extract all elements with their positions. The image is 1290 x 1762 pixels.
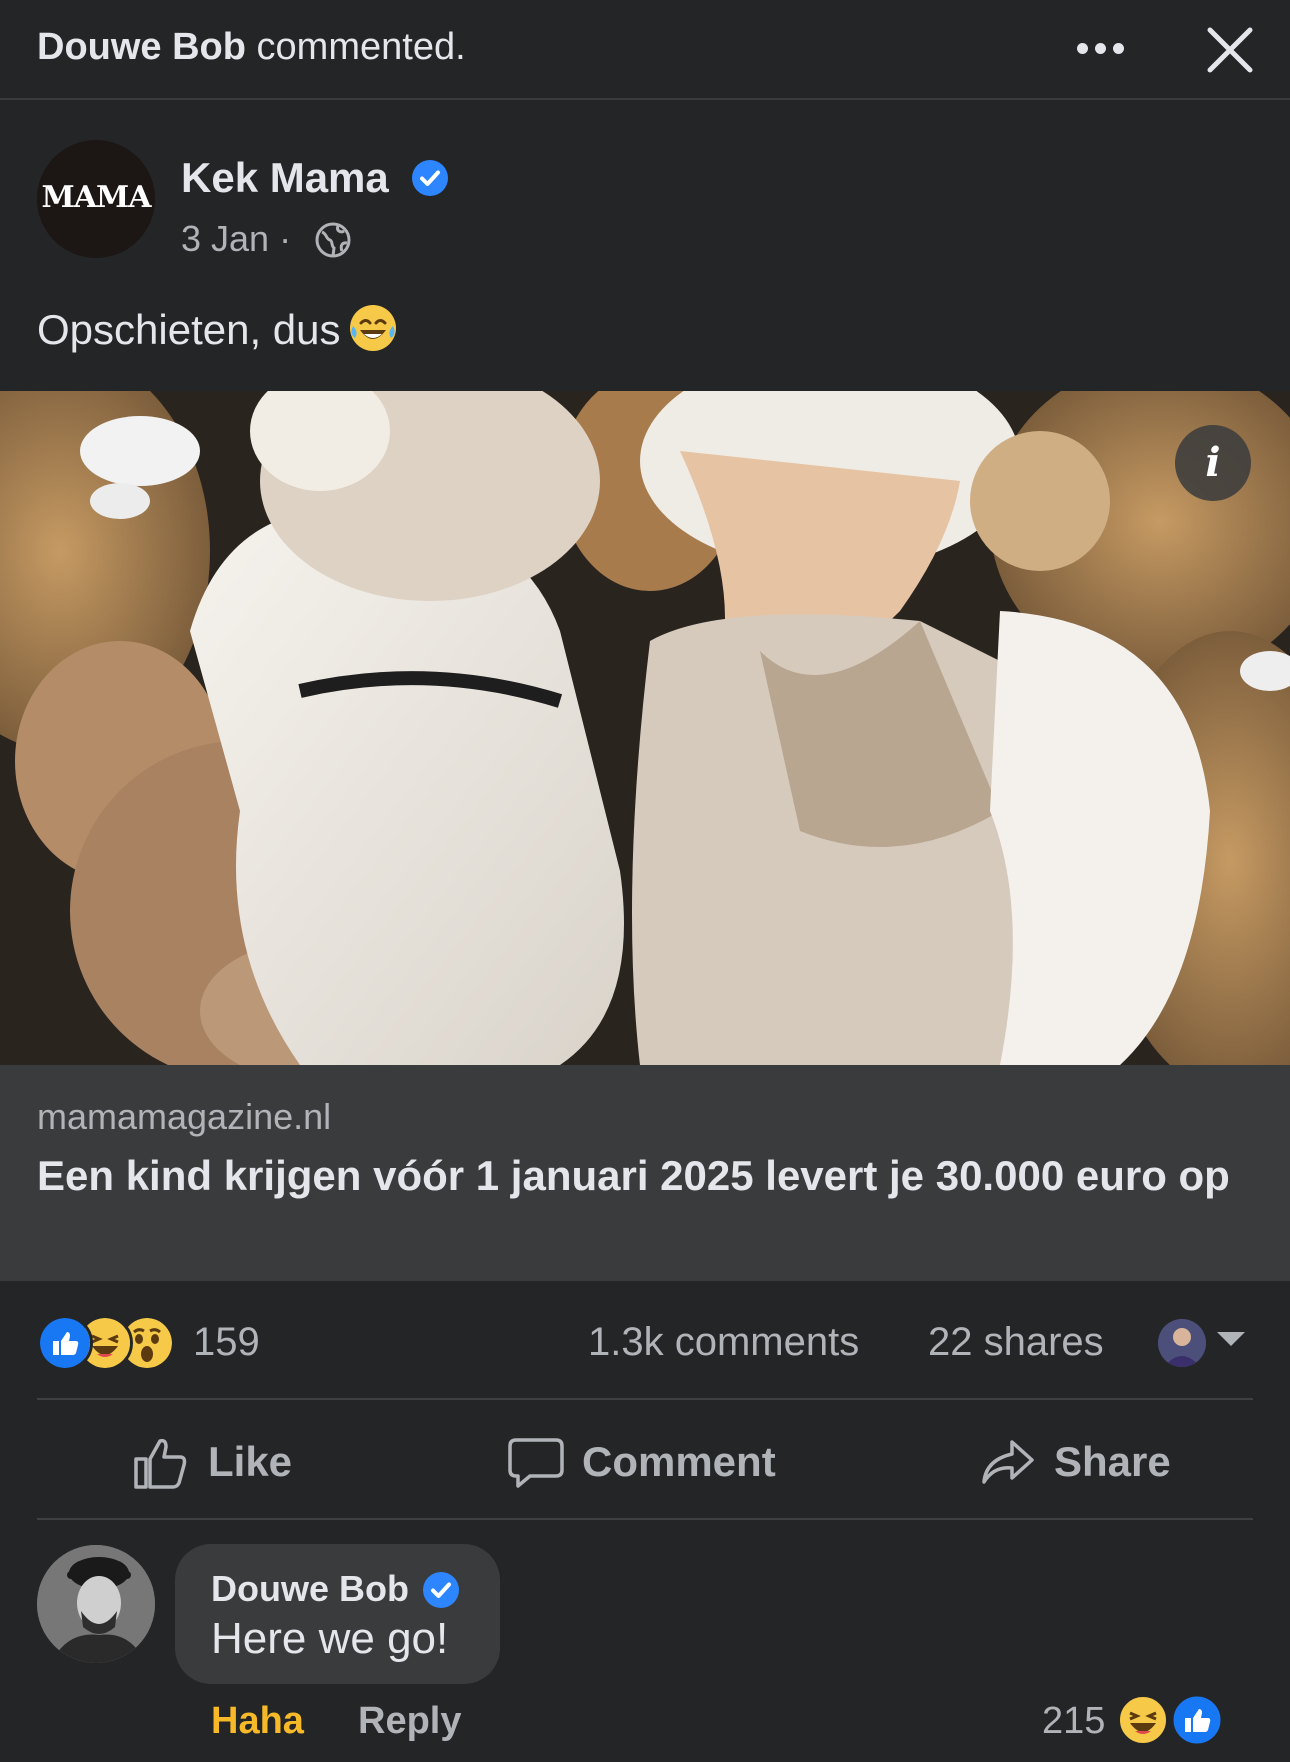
share-label: Share (1054, 1438, 1171, 1485)
reaction-summary[interactable] (37, 1315, 175, 1371)
comments-count[interactable]: 1.3k comments (588, 1320, 859, 1365)
post-date[interactable]: 3 Jan (181, 218, 269, 259)
laughing-tears-emoji-icon (349, 305, 396, 351)
page-name[interactable]: Kek Mama (181, 154, 389, 202)
close-icon[interactable] (1204, 24, 1256, 76)
link-title[interactable]: Een kind krijgen vóór 1 januari 2025 lev… (37, 1146, 1267, 1206)
comment-button[interactable]: Comment (508, 1432, 776, 1492)
globe-icon (315, 222, 351, 258)
more-dots-icon[interactable] (1070, 28, 1130, 68)
commenter-avatar[interactable] (37, 1545, 155, 1663)
header-action: commented. (256, 26, 466, 68)
link-domain: mamamagazine.nl (37, 1096, 332, 1137)
header-title: Douwe Bob commented. (37, 26, 466, 69)
comment-haha-button[interactable]: Haha (211, 1700, 304, 1743)
comment-reply-button[interactable]: Reply (358, 1700, 461, 1743)
comment-bubble-icon (508, 1438, 564, 1488)
share-arrow-icon (982, 1440, 1034, 1484)
post-meta: 3 Jan · (181, 218, 291, 260)
verified-badge-icon (423, 1572, 459, 1608)
shares-count[interactable]: 22 shares (928, 1320, 1104, 1365)
haha-reaction-icon (1118, 1695, 1168, 1745)
page-avatar-logo: MAMA (41, 180, 152, 215)
like-reaction-icon (37, 1315, 93, 1371)
like-reaction-icon (1170, 1693, 1224, 1747)
post-text-body: Opschieten, dus (37, 306, 341, 353)
page-avatar[interactable]: MAMA (37, 140, 155, 258)
like-label: Like (208, 1438, 293, 1485)
chevron-down-icon[interactable] (1217, 1332, 1245, 1346)
divider (37, 1518, 1253, 1520)
share-button[interactable]: Share (980, 1432, 1171, 1492)
notification-header: Douwe Bob commented. (0, 0, 1290, 100)
comment-text: Here we go! (211, 1614, 449, 1663)
header-actor[interactable]: Douwe Bob (37, 26, 246, 68)
meta-separator: · (279, 218, 292, 259)
verified-badge-icon (412, 160, 448, 196)
post-photo[interactable] (0, 391, 1290, 1065)
comment-label: Comment (582, 1438, 776, 1485)
divider (37, 1398, 1253, 1400)
reactions-count[interactable]: 159 (193, 1320, 260, 1365)
photo-info-button[interactable]: i (1175, 425, 1251, 501)
viewer-avatar[interactable] (1158, 1319, 1206, 1367)
comment-reactions-count[interactable]: 215 (1042, 1700, 1105, 1743)
thumbs-up-icon (134, 1438, 187, 1489)
comment-author[interactable]: Douwe Bob (211, 1568, 409, 1610)
post-text: Opschieten, dus (37, 302, 399, 354)
like-button[interactable]: Like (132, 1432, 292, 1492)
